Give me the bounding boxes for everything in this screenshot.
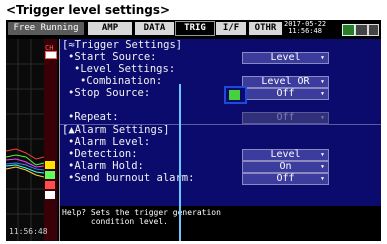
alarm-hold-label: •Alarm Hold:: [68, 160, 144, 172]
waveform-strip: CH 11:56:48: [6, 39, 58, 241]
settings-panel: [≈Trigger Settings] •Start Source: Level…: [59, 39, 381, 206]
tab-othr[interactable]: OTHR: [249, 22, 282, 35]
repeat-select[interactable]: Off: [242, 112, 329, 124]
waveform-graph: [6, 39, 44, 241]
repeat-label: •Repeat:: [68, 111, 119, 123]
stop-source-select[interactable]: Off: [242, 88, 329, 100]
detection-select[interactable]: Level: [242, 149, 329, 161]
burnout-alarm-label: •Send burnout alarm:: [68, 172, 195, 184]
alarm-level-label: •Alarm Level:: [68, 136, 151, 148]
combination-label: •Combination:: [80, 75, 163, 87]
stop-source-label: •Stop Source:: [68, 87, 151, 99]
elapsed-time: 11:56:48: [9, 227, 48, 236]
tab-trig[interactable]: TRIG: [175, 21, 215, 36]
upper-limit-marker: [45, 51, 57, 59]
help-line-1: Help? Sets the trigger generation: [62, 208, 221, 217]
start-source-select[interactable]: Level: [242, 52, 329, 64]
tab-if[interactable]: I/F: [216, 22, 246, 35]
help-line-2: condition level.: [62, 217, 168, 226]
channel-scale-bar: [44, 39, 57, 241]
datetime-readout: 2017-05-22 11:56:48: [284, 21, 326, 35]
level-marker-green: [45, 171, 55, 179]
start-source-label: •Start Source:: [68, 51, 157, 63]
combination-select[interactable]: Level OR: [242, 76, 329, 88]
callout-line: [179, 84, 181, 241]
detection-label: •Detection:: [68, 148, 138, 160]
level-marker-yellow: [45, 161, 55, 169]
memory-icon: [355, 24, 368, 36]
time-text: 11:56:48: [288, 27, 322, 35]
trigger-settings-header: [≈Trigger Settings]: [62, 39, 183, 51]
help-area: Help? Sets the trigger generation condit…: [59, 206, 381, 241]
level-marker-red: [45, 181, 55, 189]
level-settings-label: •Level Settings:: [74, 63, 176, 75]
level-settings-cursor-button[interactable]: [224, 86, 247, 104]
mode-indicator: Free Running: [8, 22, 84, 35]
tab-data[interactable]: DATA: [135, 22, 174, 35]
alarm-settings-header: [▲Alarm Settings]: [62, 124, 170, 136]
record-status-icon: [342, 24, 355, 36]
tab-amp[interactable]: AMP: [88, 22, 132, 35]
alarm-hold-select[interactable]: On: [242, 161, 329, 173]
lock-icon: [368, 24, 379, 36]
burnout-alarm-select[interactable]: Off: [242, 173, 329, 185]
page-title: <Trigger level settings>: [6, 3, 171, 17]
top-bar: Free Running AMP DATA TRIG I/F OTHR 2017…: [6, 20, 381, 39]
level-marker-white: [45, 191, 55, 199]
logger-screen: Free Running AMP DATA TRIG I/F OTHR 2017…: [6, 20, 381, 241]
